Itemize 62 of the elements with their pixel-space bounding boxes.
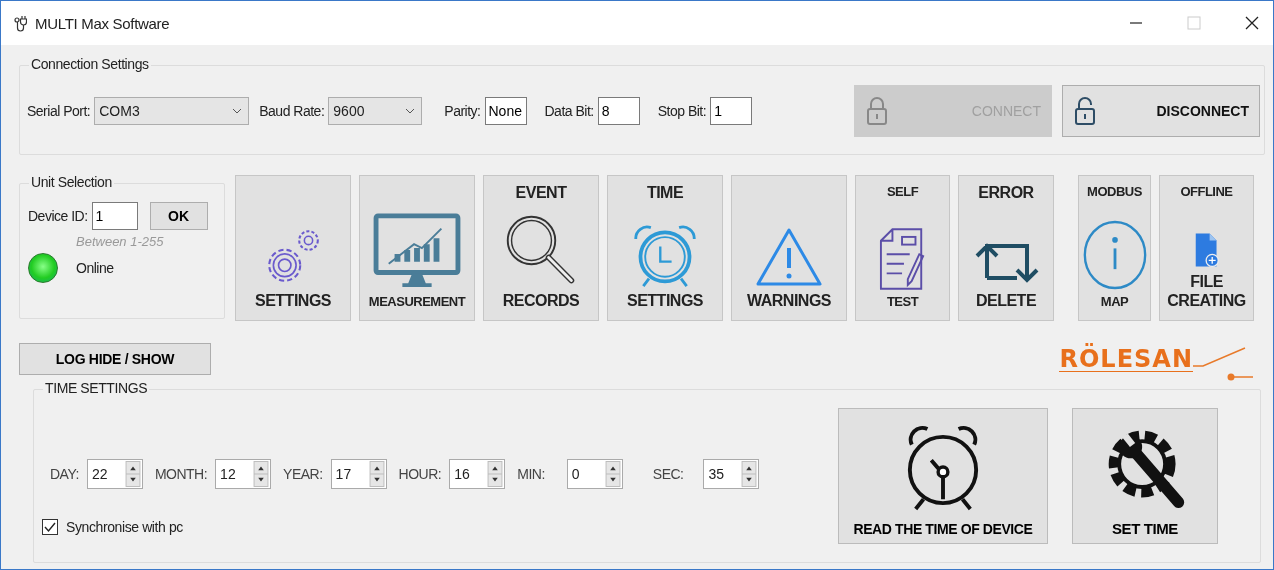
tool-button[interactable]: WARNINGS xyxy=(731,175,847,321)
tool-button[interactable]: EVENT RECORDS xyxy=(483,175,599,321)
spin-arrows-icon xyxy=(487,461,504,487)
sync-checkbox[interactable]: Synchronise with pc xyxy=(42,519,838,535)
hint-text: Between 1-255 xyxy=(75,234,165,249)
number-spinner[interactable]: 12 xyxy=(215,459,272,489)
spin-arrows-icon xyxy=(253,461,270,487)
plug-icon xyxy=(13,14,27,32)
field-label: Baud Rate: xyxy=(259,103,325,119)
field-label: Serial Port: xyxy=(27,103,91,119)
spin-arrows-icon xyxy=(741,461,758,487)
group-title: Connection Settings xyxy=(29,56,151,72)
dropdown[interactable]: COM3 xyxy=(94,97,250,125)
checkmark-icon xyxy=(43,520,57,534)
field-label: HOUR: xyxy=(398,466,442,482)
status-text: Online xyxy=(76,260,114,276)
tool-button[interactable]: SELF TEST xyxy=(855,175,950,321)
padlock-icon xyxy=(867,96,887,126)
disconnect-button[interactable]: DISCONNECT xyxy=(1062,85,1260,137)
number-spinner[interactable]: 0 xyxy=(566,459,623,489)
read-time-button[interactable]: READ THE TIME OF DEVICE xyxy=(838,408,1048,544)
info-icon xyxy=(1081,219,1148,292)
chevron-down-icon xyxy=(405,108,416,114)
group-title: TIME SETTINGS xyxy=(43,380,150,396)
spin-arrows-icon xyxy=(124,461,141,487)
tool-button[interactable]: OFFLINE FILE CREATING xyxy=(1159,175,1254,321)
window-title: MULTI Max Software xyxy=(35,14,170,32)
text-field[interactable]: 1 xyxy=(710,97,753,125)
field-label: Device ID: xyxy=(28,208,88,224)
ok-button[interactable]: OK xyxy=(149,202,208,230)
switch-line-icon xyxy=(1193,346,1253,382)
tool-button[interactable]: MODBUS MAP xyxy=(1078,175,1151,321)
set-time-button[interactable]: SET TIME xyxy=(1072,408,1218,544)
field-label: Data Bit: xyxy=(544,103,594,119)
number-spinner[interactable]: 16 xyxy=(449,459,506,489)
tool-button[interactable]: SETTINGS xyxy=(235,175,351,321)
field-label: MONTH: xyxy=(154,466,208,482)
text-field[interactable]: None xyxy=(484,97,527,125)
device-id-field[interactable]: 1 xyxy=(91,202,138,230)
field-label: MIN: xyxy=(517,466,545,482)
tool-button[interactable]: ERROR DELETE xyxy=(958,175,1054,321)
close-icon[interactable] xyxy=(1245,16,1259,30)
tool-button[interactable]: TIME SETTINGS xyxy=(607,175,723,321)
tool-button[interactable]: MEASUREMENT xyxy=(359,175,475,321)
log-toggle-button[interactable]: LOG HIDE / SHOW xyxy=(19,343,211,375)
field-label: Parity: xyxy=(444,103,481,119)
number-spinner[interactable]: 22 xyxy=(86,459,143,489)
dropdown[interactable]: 9600 xyxy=(328,97,423,125)
field-label: Stop Bit: xyxy=(657,103,707,119)
spin-arrows-icon xyxy=(604,461,621,487)
spin-arrows-icon xyxy=(368,461,385,487)
number-spinner[interactable]: 35 xyxy=(703,459,760,489)
open-padlock-icon xyxy=(1075,96,1095,126)
group-title: Unit Selection xyxy=(29,174,114,190)
text-field[interactable]: 8 xyxy=(597,97,640,125)
chevron-down-icon xyxy=(232,108,243,114)
field-label: SEC: xyxy=(652,466,684,482)
field-label: YEAR: xyxy=(283,466,323,482)
file-add-icon xyxy=(1193,231,1220,270)
field-label: DAY: xyxy=(50,466,79,482)
number-spinner[interactable]: 17 xyxy=(330,459,387,489)
document-pen-icon xyxy=(878,227,927,292)
